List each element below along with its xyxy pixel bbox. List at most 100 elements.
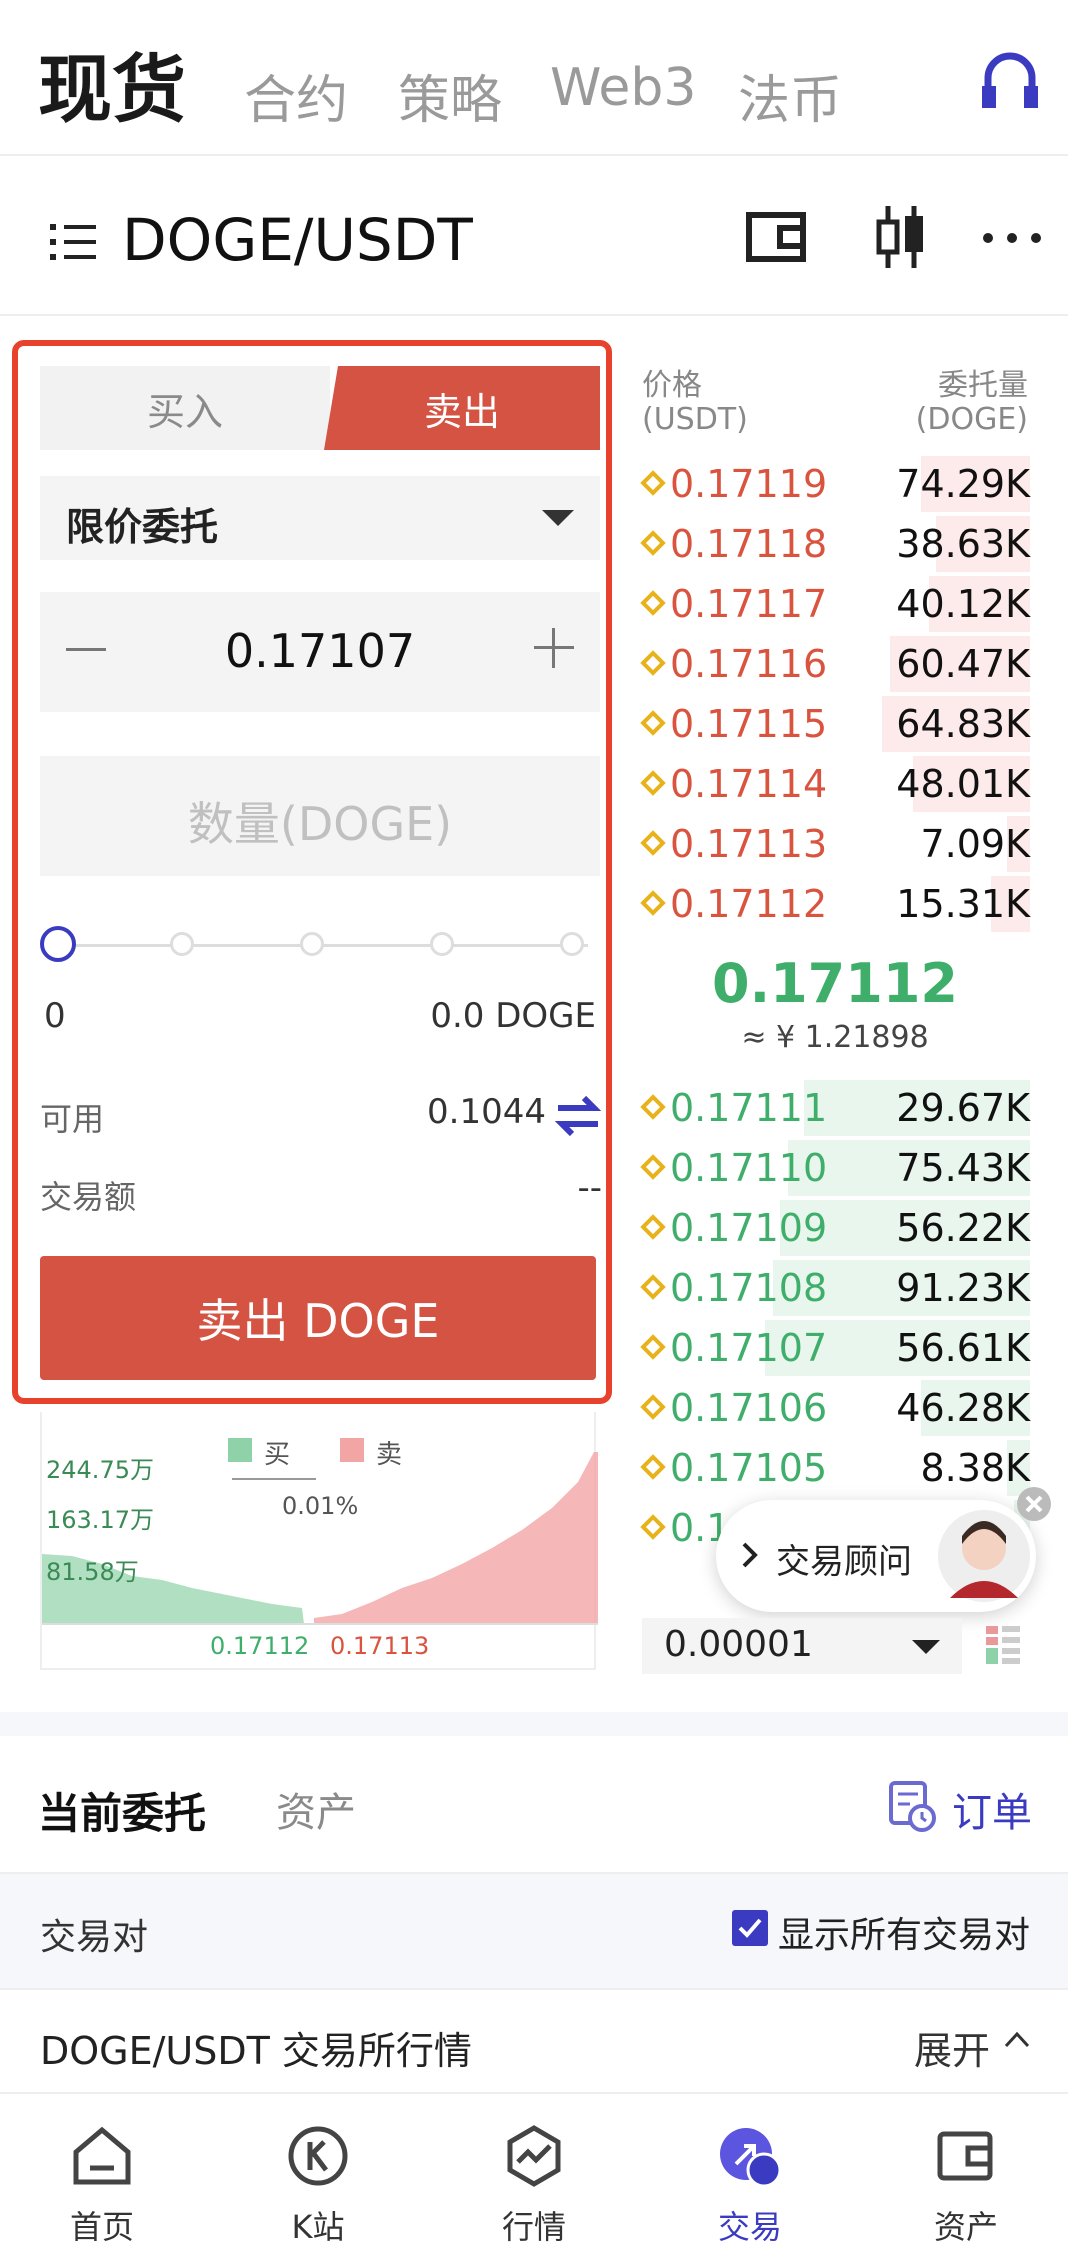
depth-chart: 244.75万 163.17万 81.58万 买 卖 0.01% 0.17112… bbox=[40, 1412, 598, 1670]
sell-depth-area bbox=[314, 1452, 598, 1624]
nav-markets-label: 行情 bbox=[501, 2208, 566, 2246]
nav-home[interactable]: 首页 bbox=[12, 2094, 192, 2246]
bid-qty: 56.22K bbox=[896, 1206, 1030, 1250]
bid-row[interactable]: 0.17110 75.43K bbox=[640, 1140, 1030, 1200]
ask-row[interactable]: 0.17119 74.29K bbox=[640, 456, 1030, 516]
chevron-right-icon bbox=[742, 1542, 758, 1568]
slider-step[interactable] bbox=[430, 932, 454, 956]
percent-slider[interactable] bbox=[40, 916, 600, 976]
ask-row[interactable]: 0.17112 15.31K bbox=[640, 876, 1030, 936]
bid-qty: 75.43K bbox=[896, 1146, 1030, 1190]
book-layout-icon[interactable] bbox=[986, 1626, 1020, 1664]
tab-futures[interactable]: 合约 bbox=[244, 58, 348, 133]
bid-price: 0.17107 bbox=[670, 1326, 828, 1370]
order-type-label: 限价委托 bbox=[66, 505, 219, 549]
slider-min-label: 0 bbox=[44, 996, 66, 1036]
ask-row[interactable]: 0.17116 60.47K bbox=[640, 636, 1030, 696]
diamond-icon bbox=[640, 1274, 666, 1300]
bid-row[interactable]: 0.17108 91.23K bbox=[640, 1260, 1030, 1320]
close-icon[interactable] bbox=[1016, 1486, 1052, 1522]
slider-handle[interactable] bbox=[40, 926, 76, 962]
pair-title[interactable]: DOGE/USDT bbox=[122, 206, 473, 274]
slider-step[interactable] bbox=[300, 932, 324, 956]
product-tabs: 现货 合约 策略 Web3 法币 bbox=[0, 0, 1068, 156]
tick-size-value: 0.00001 bbox=[664, 1624, 813, 1665]
ask-row[interactable]: 0.17114 48.01K bbox=[640, 756, 1030, 816]
diamond-icon bbox=[640, 1334, 666, 1360]
ask-qty: 60.47K bbox=[896, 642, 1030, 686]
trade-advisor-bubble[interactable]: 交易顾问 bbox=[716, 1500, 1036, 1612]
bid-row[interactable]: 0.17106 46.28K bbox=[640, 1380, 1030, 1440]
diamond-icon bbox=[640, 1154, 666, 1180]
quantity-input[interactable]: 数量(DOGE) bbox=[40, 756, 600, 876]
price-stepper[interactable]: 0.17107 bbox=[40, 592, 600, 712]
ask-qty: 40.12K bbox=[896, 582, 1030, 626]
ask-qty: 64.83K bbox=[896, 702, 1030, 746]
diamond-icon bbox=[640, 830, 666, 856]
diamond-icon bbox=[640, 530, 666, 556]
tab-spot[interactable]: 现货 bbox=[38, 30, 186, 137]
nav-kstation[interactable]: K站 bbox=[228, 2094, 408, 2246]
tab-assets[interactable]: 资产 bbox=[276, 1780, 356, 1838]
nav-assets[interactable]: 资产 bbox=[876, 2094, 1056, 2246]
diamond-icon bbox=[640, 890, 666, 916]
slider-max-label: 0.0 DOGE bbox=[430, 996, 596, 1036]
sell-submit-button[interactable]: 卖出 DOGE bbox=[40, 1256, 596, 1380]
nav-markets[interactable]: 行情 bbox=[444, 2094, 624, 2246]
buy-tab[interactable]: 买入 bbox=[40, 366, 330, 450]
ask-qty: 48.01K bbox=[896, 762, 1030, 806]
orders-link[interactable]: 订单 bbox=[952, 1780, 1032, 1838]
diamond-icon bbox=[640, 1454, 666, 1480]
ask-price: 0.17117 bbox=[670, 582, 828, 626]
checkbox-checked-icon[interactable] bbox=[732, 1910, 768, 1946]
last-price-cny: ≈ ¥ 1.21898 bbox=[741, 1020, 929, 1055]
show-all-pairs-label[interactable]: 显示所有交易对 bbox=[778, 1906, 1030, 1958]
sell-tab[interactable]: 卖出 bbox=[324, 366, 600, 450]
ask-row[interactable]: 0.17113 7.09K bbox=[640, 816, 1030, 876]
headset-icon[interactable] bbox=[982, 52, 1038, 110]
chevron-up-icon[interactable] bbox=[1004, 2030, 1030, 2048]
market-info-row[interactable]: DOGE/USDT 交易所行情 展开 bbox=[0, 1990, 1068, 2094]
tick-size-select[interactable]: 0.00001 bbox=[642, 1618, 962, 1674]
pair-filter-label: 交易对 bbox=[40, 1917, 149, 1958]
diamond-icon bbox=[640, 650, 666, 676]
ask-row[interactable]: 0.17118 38.63K bbox=[640, 516, 1030, 576]
bid-price: 0.17111 bbox=[670, 1086, 828, 1130]
ask-row[interactable]: 0.17117 40.12K bbox=[640, 576, 1030, 636]
slider-step[interactable] bbox=[170, 932, 194, 956]
tab-open-orders[interactable]: 当前委托 bbox=[38, 1780, 206, 1841]
y-label-1: 244.75万 bbox=[46, 1456, 154, 1484]
advisor-label: 交易顾问 bbox=[776, 1542, 912, 1582]
transfer-icon[interactable] bbox=[554, 1094, 602, 1136]
tab-strategy[interactable]: 策略 bbox=[398, 58, 502, 133]
bid-row[interactable]: 0.17109 56.22K bbox=[640, 1200, 1030, 1260]
plus-icon[interactable] bbox=[534, 628, 574, 668]
price-unit: (USDT) bbox=[642, 402, 748, 437]
price-value[interactable]: 0.17107 bbox=[40, 624, 600, 678]
bid-row[interactable]: 0.17105 8.38K bbox=[640, 1440, 1030, 1500]
order-type-select[interactable]: 限价委托 bbox=[40, 476, 600, 560]
bid-qty: 91.23K bbox=[896, 1266, 1030, 1310]
wallet-icon[interactable] bbox=[746, 212, 806, 262]
tab-web3[interactable]: Web3 bbox=[550, 58, 696, 118]
tab-fiat[interactable]: 法币 bbox=[738, 58, 842, 133]
bid-row[interactable]: 0.17111 29.67K bbox=[640, 1080, 1030, 1140]
ask-row[interactable]: 0.17115 64.83K bbox=[640, 696, 1030, 756]
candlestick-icon[interactable] bbox=[876, 206, 926, 268]
bid-price: 0.17105 bbox=[670, 1446, 828, 1490]
expand-label[interactable]: 展开 bbox=[914, 2020, 990, 2075]
orders-icon[interactable] bbox=[888, 1780, 936, 1832]
ask-price: 0.17116 bbox=[670, 642, 828, 686]
menu-list-icon[interactable] bbox=[50, 222, 96, 262]
y-label-3: 81.58万 bbox=[46, 1558, 139, 1586]
more-icon[interactable] bbox=[982, 232, 1042, 244]
bid-row[interactable]: 0.17107 56.61K bbox=[640, 1320, 1030, 1380]
nav-trade[interactable]: 交易 bbox=[660, 2094, 840, 2246]
ask-price: 0.17113 bbox=[670, 822, 828, 866]
bid-price: 0.17108 bbox=[670, 1266, 828, 1310]
legend-sell: 卖 bbox=[376, 1440, 403, 1470]
bid-qty: 29.67K bbox=[896, 1086, 1030, 1130]
slider-step[interactable] bbox=[560, 932, 584, 956]
bid-qty: 8.38K bbox=[920, 1446, 1030, 1490]
k-station-icon bbox=[288, 2126, 348, 2186]
